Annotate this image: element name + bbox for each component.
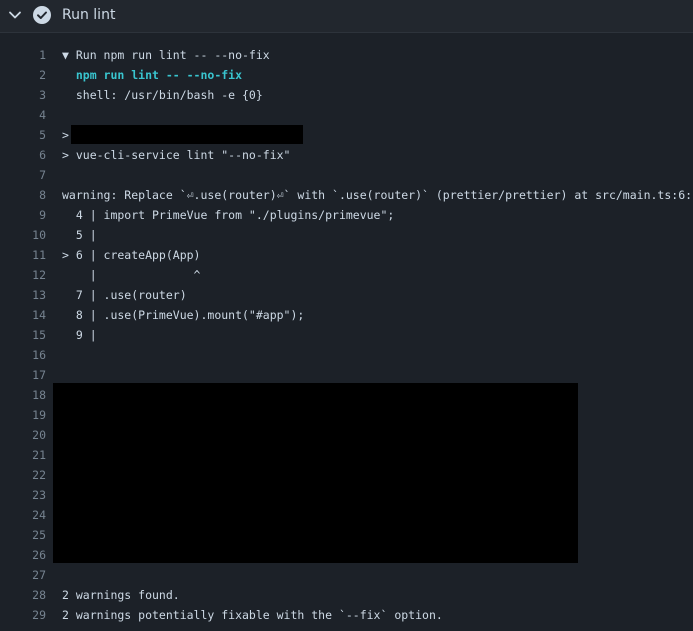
line-number[interactable]: 25 xyxy=(0,525,46,545)
line-number[interactable]: 6 xyxy=(0,145,46,165)
line-number[interactable]: 2 xyxy=(0,65,46,85)
log-text: 2 warnings potentially fixable with the … xyxy=(62,608,443,622)
line-number[interactable]: 23 xyxy=(0,485,46,505)
line-number[interactable]: 14 xyxy=(0,305,46,325)
log-text: 2 warnings found. xyxy=(62,588,180,602)
line-number[interactable]: 19 xyxy=(0,405,46,425)
line-number[interactable]: 9 xyxy=(0,205,46,225)
log-text: 9 | xyxy=(62,328,97,342)
step-header[interactable]: Run lint xyxy=(0,0,693,32)
log-line: 27 xyxy=(0,565,693,585)
log-text: ▼ Run npm run lint -- --no-fix xyxy=(62,48,270,62)
log-text: > xyxy=(62,128,69,142)
line-number[interactable]: 3 xyxy=(0,85,46,105)
log-line: 2 npm run lint -- --no-fix xyxy=(0,65,693,85)
redacted-block xyxy=(53,383,578,563)
line-number[interactable]: 18 xyxy=(0,385,46,405)
line-number[interactable]: 22 xyxy=(0,465,46,485)
log-text: | ^ xyxy=(62,268,201,282)
chevron-down-icon[interactable] xyxy=(8,8,22,22)
log-text: > 6 | createApp(App) xyxy=(62,248,201,262)
line-number[interactable]: 20 xyxy=(0,425,46,445)
log-text: 4 | import PrimeVue from "./plugins/prim… xyxy=(62,208,395,222)
log-line: 13 7 | .use(router) xyxy=(0,285,693,305)
line-number[interactable]: 28 xyxy=(0,585,46,605)
log-line: 11 > 6 | createApp(App) xyxy=(0,245,693,265)
job-step-panel: Run lint 1 ▼ Run npm run lint -- --no-fix… xyxy=(0,0,693,631)
line-number[interactable]: 27 xyxy=(0,565,46,585)
check-circle-icon xyxy=(33,6,51,24)
line-number[interactable]: 4 xyxy=(0,105,46,125)
log-line: 8 warning: Replace `⏎.use(router)⏎` with … xyxy=(0,185,693,205)
log-text: > vue-cli-service lint "--no-fix" xyxy=(62,148,291,162)
log-line: 7 xyxy=(0,165,693,185)
line-number[interactable]: 29 xyxy=(0,605,46,625)
step-title: Run lint xyxy=(62,7,116,23)
line-number[interactable]: 15 xyxy=(0,325,46,345)
log-text: shell: /usr/bin/bash -e {0} xyxy=(62,88,263,102)
log-line: 28 2 warnings found. xyxy=(0,585,693,605)
log-line: 16 xyxy=(0,345,693,365)
redacted-block xyxy=(71,125,303,144)
line-number[interactable]: 8 xyxy=(0,185,46,205)
header-divider xyxy=(0,32,693,33)
log-line: 9 4 | import PrimeVue from "./plugins/pr… xyxy=(0,205,693,225)
log-line: 12 | ^ xyxy=(0,265,693,285)
line-number[interactable]: 26 xyxy=(0,545,46,565)
line-number[interactable]: 17 xyxy=(0,365,46,385)
log-line: 6 > vue-cli-service lint "--no-fix" xyxy=(0,145,693,165)
log-line: 29 2 warnings potentially fixable with th… xyxy=(0,605,693,625)
line-number[interactable]: 10 xyxy=(0,225,46,245)
line-number[interactable]: 5 xyxy=(0,125,46,145)
line-number[interactable]: 12 xyxy=(0,265,46,285)
log-text: warning: Replace `⏎.use(router)⏎` with `… xyxy=(62,188,693,202)
log-line: 1 ▼ Run npm run lint -- --no-fix xyxy=(0,45,693,65)
log-line: 10 5 | xyxy=(0,225,693,245)
line-number[interactable]: 24 xyxy=(0,505,46,525)
log-line: 3 shell: /usr/bin/bash -e {0} xyxy=(0,85,693,105)
log-text: 7 | .use(router) xyxy=(62,288,187,302)
log-text: 8 | .use(PrimeVue).mount("#app"); xyxy=(62,308,305,322)
line-number[interactable]: 1 xyxy=(0,45,46,65)
line-number[interactable]: 13 xyxy=(0,285,46,305)
log-line: 14 8 | .use(PrimeVue).mount("#app"); xyxy=(0,305,693,325)
log-line: 4 xyxy=(0,105,693,125)
line-number[interactable]: 21 xyxy=(0,445,46,465)
line-number[interactable]: 7 xyxy=(0,165,46,185)
log-text: 5 | xyxy=(62,228,97,242)
log-line: 15 9 | xyxy=(0,325,693,345)
line-number[interactable]: 11 xyxy=(0,245,46,265)
line-number[interactable]: 16 xyxy=(0,345,46,365)
log-line: 17 xyxy=(0,365,693,385)
log-text: npm run lint -- --no-fix xyxy=(62,68,243,82)
